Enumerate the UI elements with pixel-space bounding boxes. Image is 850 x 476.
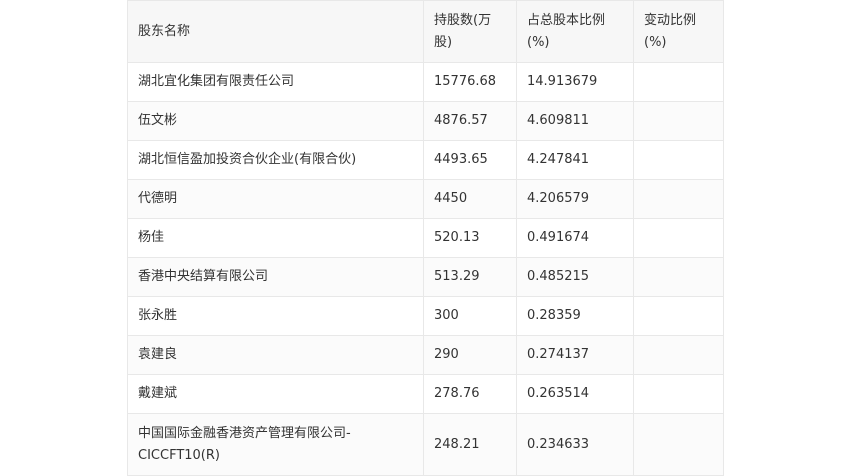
table-row: 中国国际金融香港资产管理有限公司-CICCFT10(R) 248.21 0.23… [127,413,724,476]
cell-shares-held: 278.76 [423,374,517,414]
cell-change-ratio [633,218,724,258]
cell-shares-held: 4876.57 [423,101,517,141]
cell-change-ratio [633,296,724,336]
cell-share-ratio: 0.28359 [516,296,634,336]
cell-share-ratio: 0.234633 [516,413,634,476]
cell-change-ratio [633,257,724,297]
header-change-ratio: 变动比例(%) [633,0,724,63]
table-row: 张永胜 300 0.28359 [127,296,724,336]
cell-shareholder-name: 湖北宜化集团有限责任公司 [127,62,424,102]
cell-shares-held: 300 [423,296,517,336]
cell-shareholder-name: 杨佳 [127,218,424,258]
cell-share-ratio: 4.247841 [516,140,634,180]
cell-change-ratio [633,179,724,219]
cell-change-ratio [633,413,724,476]
table-row: 杨佳 520.13 0.491674 [127,218,724,258]
cell-shares-held: 513.29 [423,257,517,297]
cell-share-ratio: 4.609811 [516,101,634,141]
cell-shareholder-name: 伍文彬 [127,101,424,141]
cell-shares-held: 15776.68 [423,62,517,102]
cell-share-ratio: 0.274137 [516,335,634,375]
table-header-row: 股东名称 持股数(万股) 占总股本比例(%) 变动比例(%) [127,0,724,63]
cell-shareholder-name: 中国国际金融香港资产管理有限公司-CICCFT10(R) [127,413,424,476]
cell-change-ratio [633,374,724,414]
cell-change-ratio [633,335,724,375]
table-row: 袁建良 290 0.274137 [127,335,724,375]
table-row: 湖北宜化集团有限责任公司 15776.68 14.913679 [127,62,724,102]
cell-shares-held: 4493.65 [423,140,517,180]
cell-shares-held: 248.21 [423,413,517,476]
cell-shareholder-name: 袁建良 [127,335,424,375]
cell-share-ratio: 0.491674 [516,218,634,258]
table-row: 代德明 4450 4.206579 [127,179,724,219]
cell-shares-held: 520.13 [423,218,517,258]
table-row: 湖北恒信盈加投资合伙企业(有限合伙) 4493.65 4.247841 [127,140,724,180]
cell-shareholder-name: 张永胜 [127,296,424,336]
header-share-ratio: 占总股本比例(%) [516,0,634,63]
cell-shares-held: 290 [423,335,517,375]
cell-share-ratio: 0.485215 [516,257,634,297]
shareholder-table-container: 股东名称 持股数(万股) 占总股本比例(%) 变动比例(%) 湖北宜化集团有限责… [127,0,724,476]
cell-share-ratio: 14.913679 [516,62,634,102]
cell-share-ratio: 0.263514 [516,374,634,414]
table-row: 伍文彬 4876.57 4.609811 [127,101,724,141]
cell-change-ratio [633,140,724,180]
table-row: 香港中央结算有限公司 513.29 0.485215 [127,257,724,297]
cell-change-ratio [633,62,724,102]
header-shares-held: 持股数(万股) [423,0,517,63]
cell-shareholder-name: 湖北恒信盈加投资合伙企业(有限合伙) [127,140,424,180]
table-row: 戴建斌 278.76 0.263514 [127,374,724,414]
cell-shareholder-name: 代德明 [127,179,424,219]
cell-shareholder-name: 香港中央结算有限公司 [127,257,424,297]
cell-share-ratio: 4.206579 [516,179,634,219]
header-shareholder-name: 股东名称 [127,0,424,63]
cell-shares-held: 4450 [423,179,517,219]
cell-change-ratio [633,101,724,141]
cell-shareholder-name: 戴建斌 [127,374,424,414]
shareholder-table: 股东名称 持股数(万股) 占总股本比例(%) 变动比例(%) 湖北宜化集团有限责… [127,0,724,476]
